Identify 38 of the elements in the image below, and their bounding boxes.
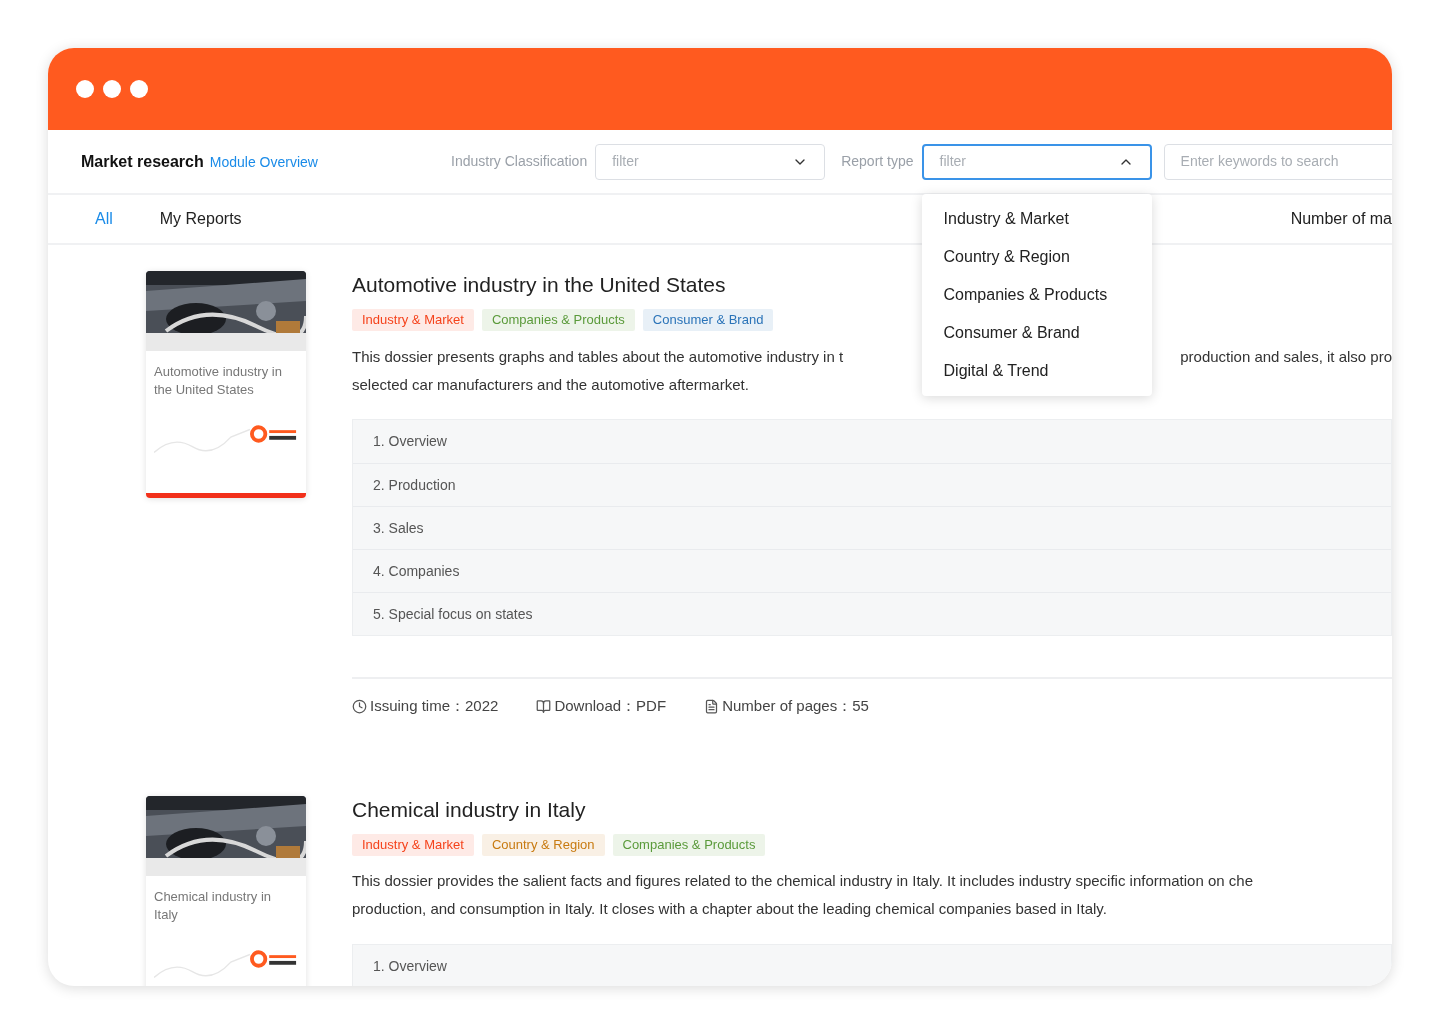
contents-item[interactable]: 3. Sales: [373, 517, 424, 539]
tab[interactable]: My Reports: [159, 207, 242, 231]
cover-title: Chemical industry in Italy: [153, 887, 273, 924]
contents-item[interactable]: 2. Production: [373, 474, 456, 496]
report-title[interactable]: Automotive industry in the United States: [352, 271, 726, 299]
filter-label: Report type: [841, 152, 914, 171]
report-cover[interactable]: Chemical industry in Italy: [146, 795, 306, 986]
meta-text: Download：PDF: [554, 696, 667, 716]
description-text: This dossier provides the salient facts and figures related to the chemical industry in Italy. It includes industry specific information on che: [352, 871, 1253, 892]
dropdown-option[interactable]: Companies & Products: [921, 275, 1152, 314]
report-tag: Consumer & Brand: [642, 309, 774, 331]
dropdown-option[interactable]: Digital & Trend: [921, 351, 1152, 390]
sort-label[interactable]: Number of ma: [1290, 207, 1392, 231]
report-cover[interactable]: Automotive industry in the United States: [146, 271, 306, 498]
contents-item[interactable]: 1. Overview: [373, 431, 447, 452]
description-text: production, and consumption in Italy. It closes with a chapter about the leading chemical companies based in Italy.: [352, 899, 1107, 920]
report-tag: Industry & Market: [352, 833, 474, 856]
contents-item[interactable]: 4. Companies: [373, 560, 460, 582]
dropdown-option[interactable]: Country & Region: [921, 237, 1152, 276]
dropdown-option[interactable]: Industry & Market: [921, 199, 1152, 238]
contents-item[interactable]: 1. Overview: [373, 955, 447, 977]
filter-label: Industry Classification: [451, 152, 588, 171]
dropdown-option[interactable]: Consumer & Brand: [921, 313, 1152, 352]
description-text: This dossier presents graphs and tables about the automotive industry in t: [352, 346, 844, 367]
report-tag: Companies & Products: [481, 309, 635, 331]
module-overview-link[interactable]: Module Overview: [209, 151, 318, 173]
description-text: production and sales, it also pro: [1180, 346, 1392, 367]
report-tag: Country & Region: [481, 833, 605, 856]
page-title: Market research: [81, 151, 204, 172]
meta-text: Number of pages：55: [722, 696, 869, 716]
report-title[interactable]: Chemical industry in Italy: [352, 795, 586, 824]
report-tag: Industry & Market: [352, 309, 474, 331]
tab[interactable]: All: [95, 207, 113, 231]
contents-item[interactable]: 5. Special focus on states: [373, 603, 533, 625]
meta-text: Issuing time：2022: [370, 696, 499, 716]
report-tag: Companies & Products: [612, 833, 766, 856]
description-text: selected car manufacturers and the automotive aftermarket.: [352, 374, 749, 395]
cover-title: Automotive industry in the United States: [153, 363, 283, 399]
